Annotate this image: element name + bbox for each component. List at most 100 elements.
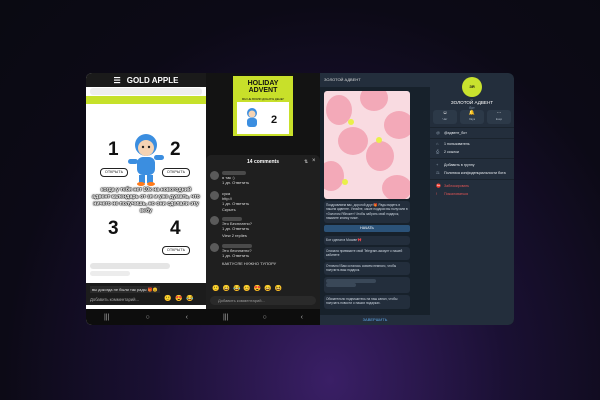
blurred-message — [324, 277, 410, 293]
open-button-4[interactable]: ОТКРЫТЬ — [162, 246, 190, 255]
recents-icon[interactable]: ||| — [104, 314, 109, 321]
block-row[interactable]: ⛔ Заблокировать — [436, 183, 470, 189]
brand-header: ☰ GOLD APPLE — [86, 73, 206, 87]
home-icon: ⌂ — [436, 141, 439, 146]
action-label: Звук — [468, 117, 476, 121]
screenshot-collage: ☰ GOLD APPLE 1 2 ОТКРЫТЬ ОТКРЫТЬ когда у… — [86, 73, 514, 325]
comment-meta[interactable]: 1 дн. Ответить — [222, 180, 249, 185]
close-icon[interactable]: × — [312, 158, 316, 164]
action-label: Чат — [442, 117, 448, 121]
home-icon[interactable]: ○ — [262, 314, 266, 321]
gold-apple-video-panel: ☰ GOLD APPLE 1 2 ОТКРЫТЬ ОТКРЫТЬ когда у… — [86, 73, 206, 325]
chat-action-button[interactable]: ☺ Чат — [433, 110, 457, 124]
finish-button[interactable]: ЗАВЕРШИТЬ — [320, 315, 430, 325]
comment-meta[interactable]: 1 дн. Ответить — [222, 201, 249, 206]
bot-message: Обязательно подпишитесь на наш канал, чт… — [324, 295, 410, 309]
search-bar[interactable] — [90, 88, 202, 95]
card-title-2: ADVENT — [248, 87, 278, 94]
blurred-text — [90, 263, 170, 269]
sound-action-button[interactable]: 🔔 Звук — [460, 110, 484, 124]
chat-icon: ☺ — [442, 110, 448, 116]
comment-meta[interactable]: 1 дн. Ответить — [222, 253, 249, 258]
divider — [430, 158, 514, 159]
row-label: Заблокировать — [444, 184, 470, 188]
flower-center — [348, 119, 354, 125]
links-row[interactable]: ⎙ 2 ссылки — [436, 149, 459, 155]
more-action-button[interactable]: ⋯ Ещё — [487, 110, 511, 124]
back-icon[interactable]: ‹ — [301, 314, 303, 321]
policy-icon: ⚖ — [436, 170, 440, 175]
avatar — [210, 171, 219, 180]
comment-placeholder: Добавить комментарий... — [218, 298, 265, 303]
emoji-row[interactable]: 🙂😀😂😊😍😄😆 — [212, 285, 285, 292]
comment-input[interactable]: Добавить комментарий... — [90, 297, 139, 302]
chat-title: ЗОЛОТОЙ АДВЕНТ — [324, 77, 361, 82]
chat-header: ЗОЛОТОЙ АДВЕНТ — [320, 73, 430, 87]
report-row[interactable]: ! Пожаловаться — [436, 192, 469, 197]
divider — [430, 179, 514, 180]
comments-title: 14 comments — [247, 159, 279, 165]
avatar — [210, 216, 219, 225]
row-label: Пожаловаться — [444, 192, 469, 196]
view-replies[interactable]: View 2 replies — [222, 233, 247, 238]
petal — [324, 161, 344, 191]
privacy-policy-row[interactable]: ⚖ Политика конфиденциальности бота — [436, 170, 506, 176]
card-number: 2 — [271, 114, 278, 126]
add-icon: + — [436, 162, 439, 167]
back-icon[interactable]: ‹ — [186, 314, 188, 321]
comment-text: КАКТУСЯЕ НУЖНО ТУПОРУ — [222, 261, 277, 266]
bot-message: Отлично! Вам осталось совсем немного, чт… — [324, 262, 410, 275]
hide-replies[interactable]: Скрыть — [222, 207, 236, 212]
bot-message: Сначала привяжите свой Telegram-аккаунт … — [324, 247, 410, 260]
username-row[interactable]: @ @адвент_бот — [436, 131, 467, 136]
avatar — [210, 191, 219, 200]
row-label: @адвент_бот — [444, 131, 467, 135]
card-inner: 2 — [237, 102, 289, 134]
brand-name: GOLD APPLE — [126, 75, 179, 85]
block-icon: ⛔ — [436, 183, 441, 188]
bot-message: Бот сделан в Москве 🎀 — [324, 236, 410, 245]
row-label: Политика конфиденциальности бота — [444, 171, 506, 175]
home-icon[interactable]: ○ — [145, 314, 149, 321]
row-label: 2 ссылки — [444, 150, 459, 154]
video-caption: когда у тебя нет 10к на новогодний адвен… — [92, 187, 200, 214]
comment-meta[interactable]: 1 дн. Ответить — [222, 226, 249, 231]
telegram-chat-panel: ЗОЛОТОЙ АДВЕНТ Поздравляем вас, дорогой … — [320, 73, 430, 325]
emoji-laugh-icon[interactable]: 😂 — [186, 296, 193, 302]
flower-center — [376, 137, 382, 143]
bot-name: ЗОЛОТОЙ АДВЕНТ — [450, 100, 494, 105]
holiday-advent-card: HOLIDAY ADVENT МЫ НЕ ВЗЯЛИ ДОНАТЫ ДЕНЕГ … — [233, 76, 293, 136]
bell-icon: 🔔 — [468, 110, 476, 116]
apple-logo-icon: ☰ — [113, 75, 121, 85]
recents-icon[interactable]: ||| — [223, 314, 228, 321]
emoji-smile-icon[interactable]: 🙂 — [164, 296, 171, 302]
advent-number-1: 1 — [108, 139, 119, 160]
link-icon: ⎙ — [436, 149, 440, 154]
petal — [338, 127, 368, 155]
bot-avatar: ЗЯ — [462, 77, 482, 97]
petal — [366, 141, 394, 171]
more-icon: ⋯ — [496, 110, 502, 116]
add-to-group-row[interactable]: + Добавить в группу — [436, 162, 475, 168]
row-label: Добавить в группу — [444, 163, 475, 167]
card-title-1: HOLIDAY — [247, 80, 279, 87]
comment-input[interactable]: Добавить комментарий... — [210, 296, 316, 305]
advent-number-3: 3 — [108, 218, 119, 239]
members-row[interactable]: ⌂ 1 пользователь — [436, 141, 470, 147]
row-label: 1 пользователь — [444, 142, 470, 146]
bot-profile-panel: ЗЯ ЗОЛОТОЙ АДВЕНТ бот ☺ Чат 🔔 Звук ⋯ Ещё… — [430, 73, 514, 325]
lime-banner — [86, 96, 206, 104]
petal — [360, 91, 388, 111]
filter-icon[interactable]: ⇅ — [304, 159, 308, 165]
start-button[interactable]: НАЧАТЬ — [324, 225, 410, 232]
divider — [430, 138, 514, 139]
action-label: Ещё — [495, 117, 503, 121]
advent-number-4: 4 — [170, 218, 181, 239]
android-nav-bar: ||| ○ ‹ — [206, 309, 320, 325]
avatar — [210, 243, 219, 252]
blurred-text — [90, 271, 130, 276]
bot-logo-text: ЗЯ — [469, 84, 475, 89]
android-nav-bar: ||| ○ ‹ — [86, 309, 206, 325]
emoji-love-icon[interactable]: 😍 — [175, 296, 182, 302]
advent-number-2: 2 — [170, 139, 181, 160]
